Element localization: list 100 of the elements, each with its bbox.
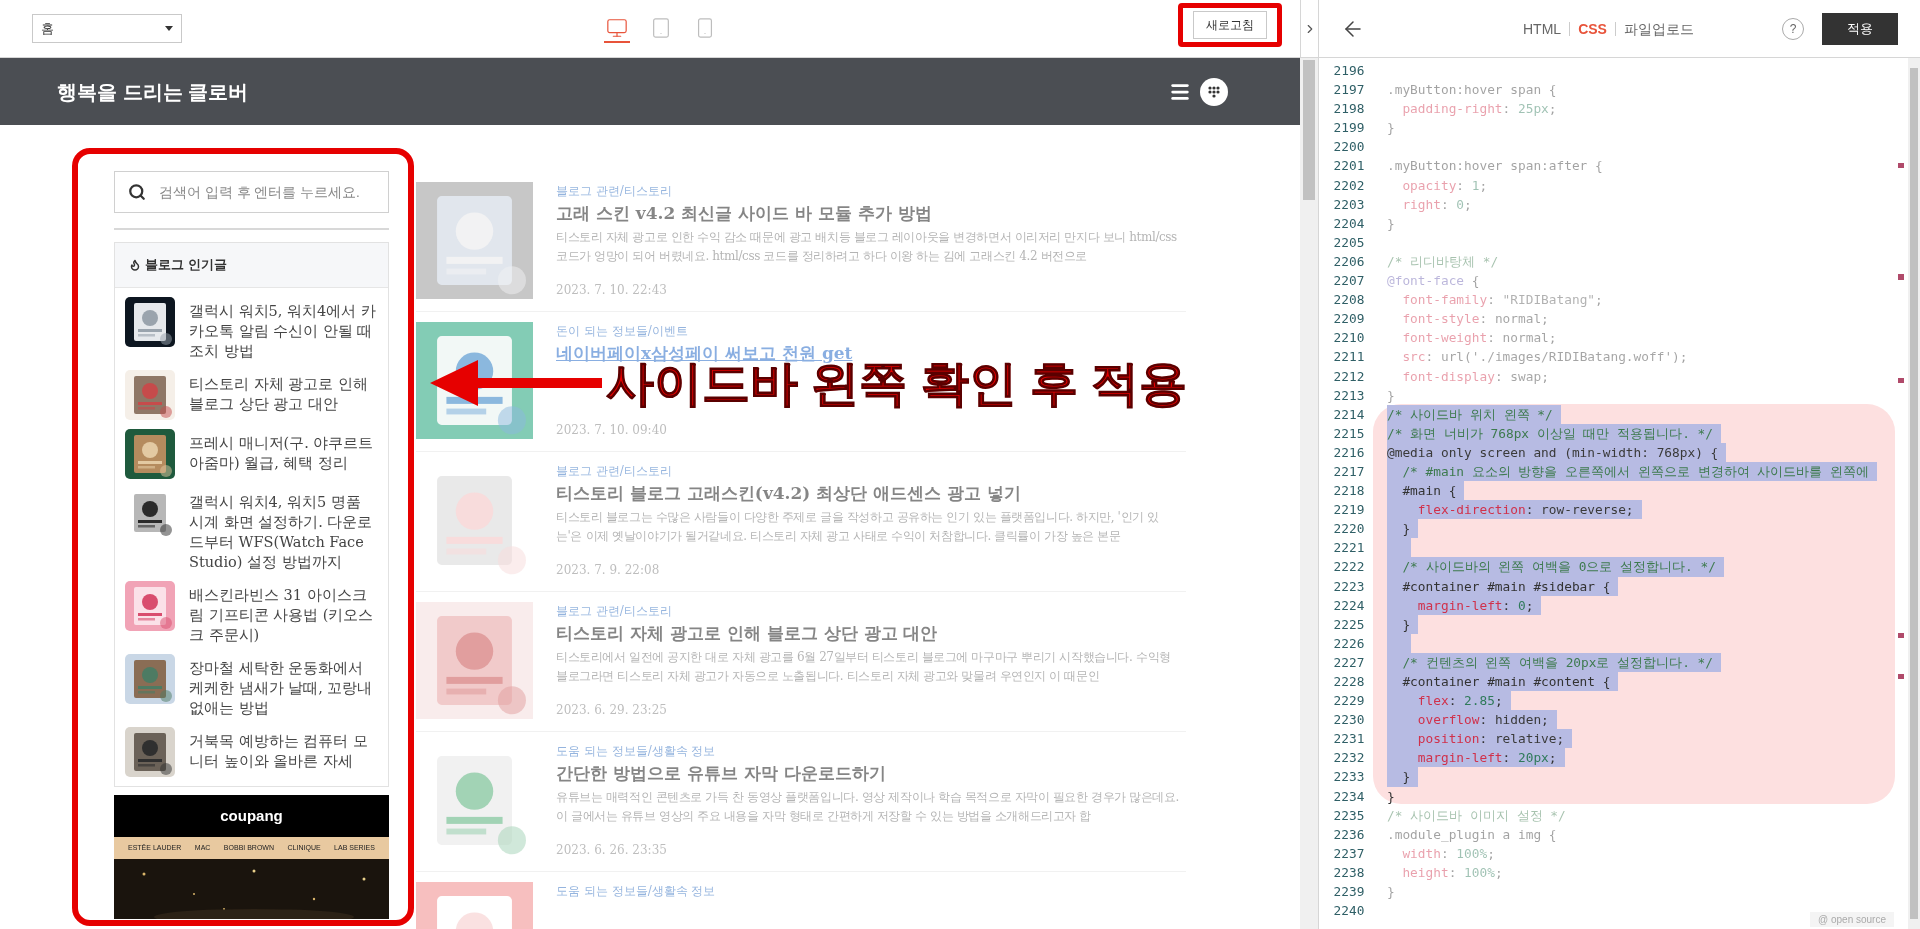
refresh-button[interactable]: 새로고침 bbox=[1193, 11, 1267, 39]
post-excerpt: 티스토리 자체 광고로 인한 수익 감소 때문에 광고 배치등 블로그 레이아웃을 변경하면서 이리저리 만지다 보니 html/css 코드가 엉망이 되어 버렸네요. html/css 코드를 정리하려고 하다 이왕 하는 김에 고래스킨 4.2 버전으로 bbox=[556, 229, 1178, 265]
panel-title: 블로그 인기글 bbox=[145, 256, 227, 275]
code-line: width: 100%; bbox=[1401, 844, 1495, 863]
line-number: 2231 bbox=[1333, 730, 1365, 749]
popular-post[interactable]: 갤럭시 워치5, 워치4에서 카카오톡 알림 수신이 안될 때 조치 방법 bbox=[125, 297, 378, 361]
footer-label: @ open source bbox=[1810, 912, 1894, 927]
line-number: 2233 bbox=[1333, 768, 1365, 787]
line-number: 2224 bbox=[1333, 596, 1365, 615]
code-line: } bbox=[1387, 883, 1395, 902]
code-line: opacity: 1; bbox=[1401, 176, 1488, 195]
blog-title[interactable]: 행복을 드리는 클로버 bbox=[57, 76, 249, 107]
post-date: 2023. 6. 29. 23:25 bbox=[556, 702, 668, 719]
line-number: 2218 bbox=[1333, 482, 1365, 501]
popular-post[interactable]: 거북목 예방하는 컴퓨터 모니터 높이와 올바른 자세 bbox=[125, 727, 378, 777]
page-select[interactable]: 홈 bbox=[32, 14, 182, 43]
post-title[interactable]: 간단한 방법으로 유튜브 자막 다운로드하기 bbox=[556, 760, 1181, 786]
editor-tab[interactable]: 파일업로드 bbox=[1614, 21, 1702, 36]
line-number: 2206 bbox=[1333, 252, 1365, 271]
code-line: } bbox=[1387, 119, 1395, 138]
post-excerpt: 유튜브는 매력적인 콘텐츠로 가득 찬 동영상 플랫폼입니다. 영상 제작이나 학습 목적으로 자막이 필요한 경우가 많은데요. 이 글에서는 유튜브 영상의 주요 내용을 자막 형태로 간편하게 저장할 수 있는 방법을 소개해드리고자 합 bbox=[556, 789, 1181, 825]
post-date: 2023. 7. 10. 09:40 bbox=[556, 422, 668, 439]
line-number: 2216 bbox=[1333, 443, 1365, 462]
popular-post[interactable]: 갤럭시 워치4, 워치5 명품 시계 화면 설정하기. 다운로드부터 WFS(Watch Face Studio) 설정 방법까지 bbox=[125, 488, 378, 572]
line-number: 2215 bbox=[1333, 424, 1365, 443]
ruler-mark bbox=[1898, 163, 1904, 168]
code-line: right: 0; bbox=[1401, 195, 1472, 214]
line-number: 2235 bbox=[1333, 806, 1365, 825]
code-line: src: url('./images/RIDIBatang.woff'); bbox=[1401, 348, 1688, 367]
line-number: 2209 bbox=[1333, 310, 1365, 329]
editor-tab[interactable]: HTML bbox=[1515, 21, 1570, 36]
popular-post[interactable]: 티스토리 자체 광고로 인해 블로그 상단 광고 대안 bbox=[125, 370, 378, 420]
line-number: 2208 bbox=[1333, 291, 1365, 310]
ruler-mark bbox=[1898, 674, 1904, 679]
line-number: 2217 bbox=[1333, 462, 1365, 481]
code-line: height: 100%; bbox=[1401, 863, 1503, 882]
apply-button[interactable]: 적용 bbox=[1822, 12, 1898, 45]
popular-post[interactable]: 프레시 매니저(구. 야쿠르트 아줌마) 월급, 혜택 정리 bbox=[125, 429, 378, 479]
search-icon bbox=[128, 183, 146, 201]
line-number: 2225 bbox=[1333, 615, 1365, 634]
editor-tab[interactable]: CSS bbox=[1569, 21, 1615, 36]
code-line: } bbox=[1387, 386, 1395, 405]
code-line: font-display: swap; bbox=[1401, 367, 1549, 386]
ruler-mark bbox=[1898, 633, 1904, 638]
ad-brand: coupang bbox=[220, 805, 283, 826]
flame-icon bbox=[129, 259, 141, 271]
line-number: 2229 bbox=[1333, 692, 1365, 711]
post-excerpt: 티스토리에서 일전에 공지한 대로 자체 광고를 6월 27일부터 티스토리 블로그에 마구마구 뿌리기 시작했습니다. 수익형 블로그라면 티스토리 자체 광고가 자동으로 노출됩니다. 티스토리 자체 광고와 맞물려 우연인지 이 때문인 bbox=[556, 649, 1172, 685]
post-title[interactable]: 고래 스킨 v4.2 최신글 사이드 바 모듈 추가 방법 bbox=[556, 200, 1181, 226]
line-number: 2238 bbox=[1333, 863, 1365, 882]
code-line: } bbox=[1387, 214, 1395, 233]
search-field[interactable]: 검색어 입력 후 엔터를 누르세요. bbox=[114, 171, 389, 213]
line-number: 2204 bbox=[1333, 214, 1365, 233]
line-number: 2228 bbox=[1333, 673, 1365, 691]
code-line: padding-right: 25px; bbox=[1401, 100, 1557, 119]
code-line: font-weight: normal; bbox=[1401, 329, 1557, 348]
line-number: 2226 bbox=[1333, 634, 1365, 653]
line-number: 2205 bbox=[1333, 233, 1365, 252]
line-number: 2211 bbox=[1333, 348, 1365, 367]
post-date: 2023. 6. 26. 23:35 bbox=[556, 842, 668, 859]
line-number: 2214 bbox=[1333, 405, 1365, 424]
line-number: 2227 bbox=[1333, 653, 1365, 672]
line-number: 2219 bbox=[1333, 501, 1365, 520]
code-line: /* 사이드바 이미지 설정 */ bbox=[1387, 806, 1566, 825]
ruler-mark bbox=[1898, 378, 1904, 383]
dots-icon[interactable] bbox=[1199, 76, 1229, 107]
code-line: @font-face { bbox=[1387, 272, 1480, 291]
post-title[interactable]: 티스토리 자체 광고로 인해 블로그 상단 광고 대안 bbox=[556, 620, 1181, 646]
line-number: 2210 bbox=[1333, 329, 1365, 348]
line-number: 2232 bbox=[1333, 749, 1365, 768]
line-number: 2197 bbox=[1333, 81, 1365, 100]
scrollbar[interactable] bbox=[1300, 58, 1318, 929]
line-number: 2201 bbox=[1333, 157, 1365, 176]
popular-post[interactable]: 장마철 세탁한 운동화에서 케케한 냄새가 날때, 꼬랑내 없애는 방법 bbox=[125, 654, 378, 718]
code-line: .myButton:hover span { bbox=[1387, 81, 1557, 100]
code-line: .module_plugin a img { bbox=[1387, 825, 1557, 844]
post-excerpt: 티스토리 블로그는 수많은 사람들이 다양한 주제로 글을 작성하고 공유하는 인기 있는 플랫폼입니다. 하지만, '인기 있는'은 이제 옛날이야기가 될거같네요. 티스토리 자체 광고 사태로 수익이 처참합니다. 클릭률이 가장 높은 본문 bbox=[556, 509, 1160, 545]
line-number: 2213 bbox=[1333, 386, 1365, 405]
line-number: 2230 bbox=[1333, 711, 1365, 730]
line-number: 2223 bbox=[1333, 577, 1365, 596]
post-date: 2023. 7. 9. 22:08 bbox=[556, 562, 661, 579]
code-line: /* 리디바탕체 */ bbox=[1387, 252, 1499, 271]
line-number: 2199 bbox=[1333, 119, 1365, 138]
line-number: 2202 bbox=[1333, 176, 1365, 195]
line-number: 2203 bbox=[1333, 195, 1365, 214]
line-number: 2200 bbox=[1333, 138, 1365, 157]
code-line: font-style: normal; bbox=[1401, 310, 1549, 329]
line-number: 2212 bbox=[1333, 367, 1365, 386]
ruler-mark bbox=[1898, 274, 1904, 280]
line-number: 2239 bbox=[1333, 883, 1365, 902]
line-number: 2222 bbox=[1333, 558, 1365, 577]
line-number: 2220 bbox=[1333, 520, 1365, 539]
code-line: font-family: "RIDIBatang"; bbox=[1401, 291, 1603, 310]
scrollbar[interactable] bbox=[1908, 58, 1920, 929]
popular-post[interactable]: 배스킨라빈스 31 아이스크림 기프티콘 사용법 (키오스크 주문시) bbox=[125, 581, 378, 645]
line-number: 2234 bbox=[1333, 787, 1365, 806]
post-title[interactable]: 티스토리 블로그 고래스킨(v4.2) 최상단 애드센스 광고 넣기 bbox=[556, 480, 1181, 506]
caret-icon bbox=[165, 26, 173, 31]
line-number: 2240 bbox=[1333, 902, 1365, 921]
post-date: 2023. 7. 10. 22:43 bbox=[556, 282, 668, 299]
